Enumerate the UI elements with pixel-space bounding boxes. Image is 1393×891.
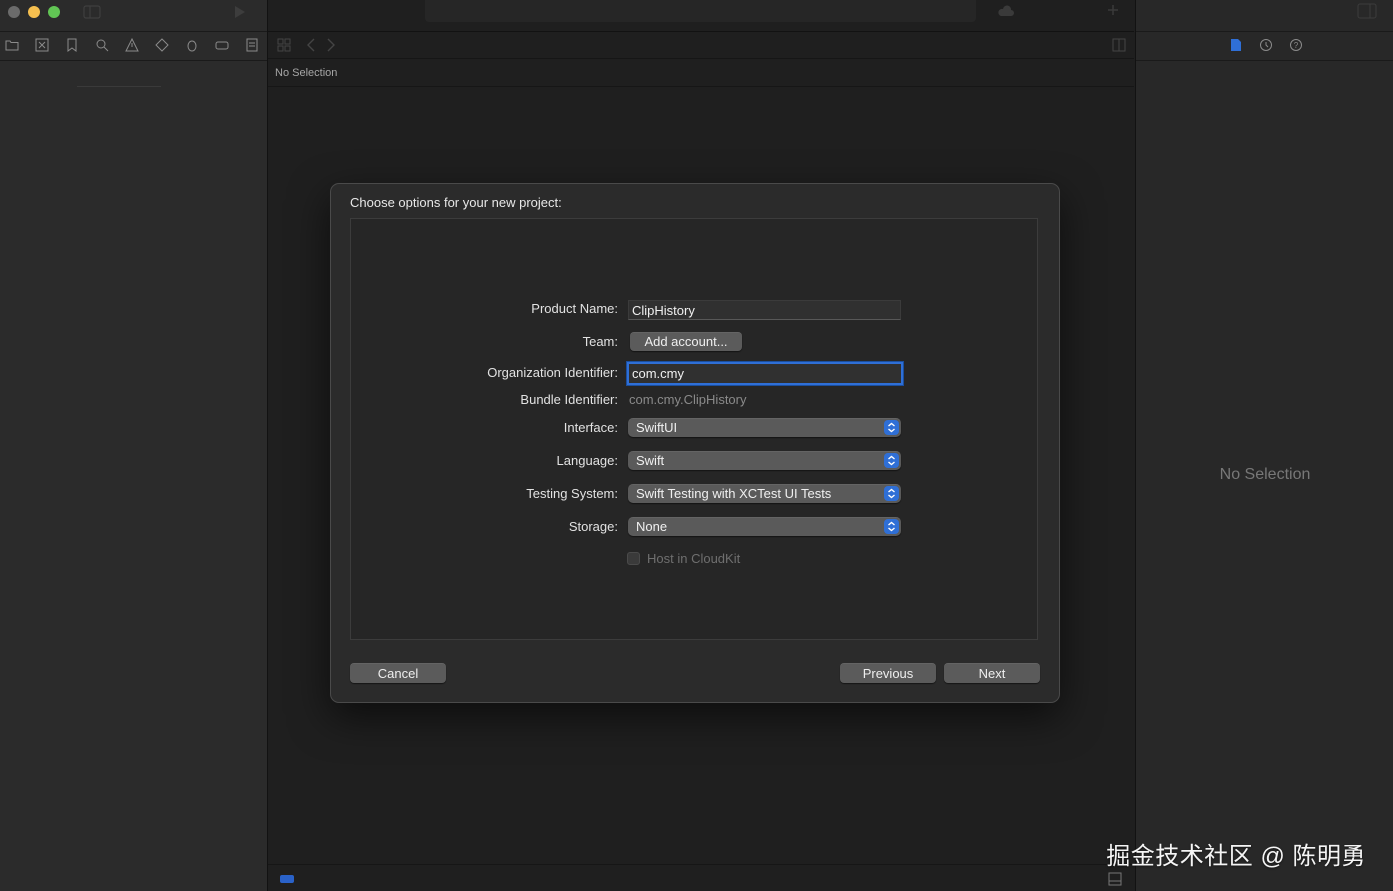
navigator-divider (0, 60, 267, 61)
storage-value: None (636, 519, 668, 534)
new-project-options-dialog: Choose options for your new project: Pro… (330, 183, 1060, 703)
cancel-button[interactable]: Cancel (350, 663, 446, 683)
debug-area-toggle-icon[interactable] (280, 875, 294, 883)
window-close-button[interactable] (8, 6, 20, 18)
language-popup[interactable]: Swift (628, 451, 901, 470)
editor-options-icon[interactable] (1112, 38, 1126, 52)
organization-identifier-field[interactable] (627, 362, 903, 385)
window-minimize-button[interactable] (28, 6, 40, 18)
debug-icon[interactable] (185, 38, 199, 52)
help-icon[interactable]: ? (1289, 38, 1303, 52)
product-name-label: Product Name: (531, 301, 618, 316)
add-account-button[interactable]: Add account... (630, 332, 742, 351)
options-container: Product Name: Team: Add account... Organ… (350, 218, 1038, 640)
warning-icon[interactable] (125, 38, 139, 52)
storage-popup[interactable]: None (628, 517, 901, 536)
editor-content-divider (268, 86, 1134, 87)
inspector-divider (1136, 60, 1393, 61)
next-button[interactable]: Next (944, 663, 1040, 683)
language-label: Language: (556, 453, 618, 468)
testing-system-value: Swift Testing with XCTest UI Tests (636, 486, 832, 501)
testing-system-chevron-updown-icon (884, 486, 899, 501)
interface-label: Interface: (563, 420, 618, 435)
host-in-cloudkit-label: Host in CloudKit (647, 551, 741, 566)
testing-system-popup[interactable]: Swift Testing with XCTest UI Tests (628, 484, 901, 503)
add-icon[interactable] (1106, 3, 1120, 17)
bundle-identifier-label: Bundle Identifier: (520, 392, 618, 407)
window-zoom-button[interactable] (48, 6, 60, 18)
editor-toolbar-divider (268, 31, 1134, 32)
inspector-no-selection-label: No Selection (1219, 466, 1311, 483)
activity-view (425, 0, 976, 22)
storage-chevron-updown-icon (884, 519, 899, 534)
bundle-identifier-value: com.cmy.ClipHistory (629, 392, 747, 407)
search-icon[interactable] (95, 38, 109, 52)
interface-popup[interactable]: SwiftUI (628, 418, 901, 437)
testing-system-label: Testing System: (526, 486, 618, 501)
interface-chevron-updown-icon (884, 420, 899, 435)
language-value: Swift (636, 453, 665, 468)
product-name-field[interactable] (628, 300, 901, 320)
back-chevron-icon[interactable] (306, 38, 316, 52)
no-selection-label: No Selection (275, 67, 338, 79)
sidebar-toggle-icon[interactable] (83, 4, 101, 20)
console-toggle-icon[interactable] (1108, 872, 1122, 886)
team-label: Team: (582, 334, 618, 349)
run-icon[interactable] (233, 4, 247, 20)
inspector-panel: ? No Selection (1135, 0, 1393, 891)
cloud-icon (997, 4, 1015, 18)
source-control-icon[interactable] (35, 38, 49, 52)
navigator-panel (0, 0, 268, 891)
previous-button[interactable]: Previous (840, 663, 936, 683)
folder-icon[interactable] (5, 38, 19, 52)
inspector-toggle-icon[interactable] (1357, 3, 1377, 19)
history-icon[interactable] (1259, 38, 1273, 52)
dialog-title: Choose options for your new project: (350, 195, 562, 210)
test-icon[interactable] (155, 38, 169, 52)
report-icon[interactable] (245, 38, 259, 52)
inspector-toolbar-divider (1136, 31, 1393, 32)
debug-bar-divider (268, 864, 1134, 865)
breakpoint-icon[interactable] (215, 38, 229, 52)
host-in-cloudkit-checkbox[interactable] (627, 552, 640, 565)
storage-label: Storage: (568, 519, 618, 534)
navigator-selector-bar (4, 38, 264, 54)
forward-chevron-icon[interactable] (326, 38, 336, 52)
watermark: 掘金技术社区 @ 陈明勇 (1106, 843, 1366, 870)
language-chevron-updown-icon (884, 453, 899, 468)
file-inspector-icon[interactable] (1230, 38, 1242, 52)
toolbar-divider (0, 31, 267, 32)
grid-icon[interactable] (277, 38, 291, 52)
svg-text:?: ? (1294, 41, 1299, 50)
navigator-placeholder-line (77, 86, 161, 87)
organization-identifier-label: Organization Identifier: (487, 365, 618, 380)
interface-value: SwiftUI (636, 420, 678, 435)
bookmark-icon[interactable] (65, 38, 79, 52)
jump-bar-divider (268, 58, 1134, 59)
